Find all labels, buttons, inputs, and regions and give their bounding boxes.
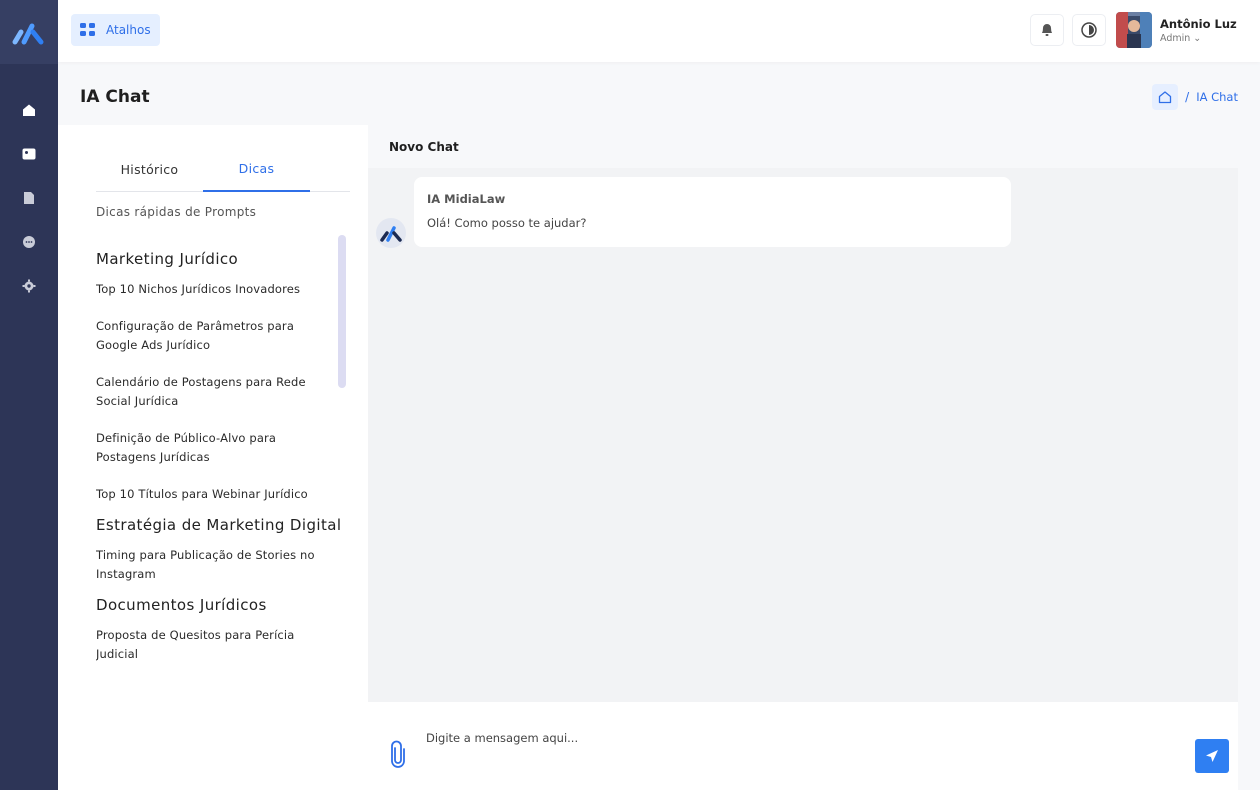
settings-icon [22, 279, 36, 293]
logo[interactable] [0, 0, 58, 64]
category-heading: Documentos Jurídicos [96, 596, 267, 614]
shortcuts-button[interactable]: Atalhos [71, 14, 160, 46]
avatar[interactable] [1116, 12, 1152, 48]
notifications-button[interactable] [1030, 14, 1064, 46]
image-icon [22, 148, 36, 160]
panel-tabs: Histórico Dicas [96, 147, 350, 192]
bell-icon [1042, 24, 1052, 36]
message-sender: IA MidiaLaw [427, 192, 506, 206]
topbar: Atalhos Antônio Luz Admin ⌄ [58, 0, 1260, 62]
theme-toggle-icon [1081, 22, 1097, 38]
message-bubble: IA MidiaLaw Olá! Como posso te ajudar? [414, 177, 1011, 247]
user-role-dropdown[interactable]: Admin ⌄ [1160, 33, 1260, 44]
chat-messages: IA MidiaLaw Olá! Como posso te ajudar? [368, 168, 1238, 702]
home-icon [23, 104, 35, 116]
document-icon [24, 192, 34, 204]
tip-item[interactable]: Timing para Publicação de Stories no Ins… [96, 546, 318, 584]
grid-icon [80, 23, 95, 36]
breadcrumb-current[interactable]: IA Chat [1196, 90, 1238, 104]
sidebar [0, 0, 58, 790]
chat-icon [23, 236, 35, 248]
breadcrumb: / IA Chat [1152, 84, 1238, 110]
bot-logo-icon [380, 226, 402, 242]
sidebar-item-home[interactable] [19, 100, 39, 120]
home-outline-icon [1159, 91, 1172, 104]
sidebar-item-images[interactable] [19, 144, 39, 164]
tip-item[interactable]: Definição de Público-Alvo para Postagens… [96, 429, 318, 467]
category-heading: Estratégia de Marketing Digital [96, 516, 342, 534]
tip-item[interactable]: Top 10 Títulos para Webinar Jurídico [96, 485, 318, 504]
breadcrumb-separator: / [1185, 90, 1190, 104]
topbar-actions: Antônio Luz Admin ⌄ [1030, 12, 1260, 48]
bot-avatar [376, 218, 406, 248]
send-icon [1206, 750, 1218, 762]
tips-list[interactable]: Marketing Jurídico Top 10 Nichos Jurídic… [96, 238, 368, 691]
paperclip-icon [391, 740, 405, 768]
logo-icon [12, 23, 44, 45]
message-input[interactable] [426, 718, 1186, 758]
tip-item[interactable]: Configuração de Parâmetros para Google A… [96, 317, 318, 355]
side-nav [0, 64, 58, 296]
theme-toggle-button[interactable] [1072, 14, 1106, 46]
category-heading: Marketing Jurídico [96, 250, 239, 268]
attach-button[interactable] [390, 740, 406, 768]
avatar-image [1116, 12, 1152, 48]
page-title: IA Chat [80, 87, 150, 107]
tips-subtitle: Dicas rápidas de Prompts [96, 205, 257, 219]
tab-dicas[interactable]: Dicas [203, 147, 310, 192]
message-text: Olá! Como posso te ajudar? [427, 216, 587, 230]
breadcrumb-home[interactable] [1152, 84, 1179, 110]
sidebar-item-documents[interactable] [19, 188, 39, 208]
tip-item[interactable]: Top 10 Nichos Jurídicos Inovadores [96, 280, 318, 299]
user-menu[interactable]: Antônio Luz Admin ⌄ [1160, 17, 1260, 44]
tips-panel: Histórico Dicas Dicas rápidas de Prompts… [58, 125, 368, 790]
sidebar-item-settings[interactable] [19, 276, 39, 296]
user-name: Antônio Luz [1160, 16, 1237, 31]
sidebar-item-chat[interactable] [19, 232, 39, 252]
tip-item[interactable]: Calendário de Postagens para Rede Social… [96, 373, 318, 411]
tip-item[interactable]: Proposta de Quesitos para Perícia Judici… [96, 626, 318, 664]
message-composer [368, 702, 1238, 790]
send-button[interactable] [1195, 739, 1229, 773]
tab-historico[interactable]: Histórico [96, 147, 203, 192]
tips-scrollbar[interactable] [338, 235, 346, 388]
chat-title: Novo Chat [389, 140, 459, 154]
shortcuts-label: Atalhos [106, 23, 151, 37]
